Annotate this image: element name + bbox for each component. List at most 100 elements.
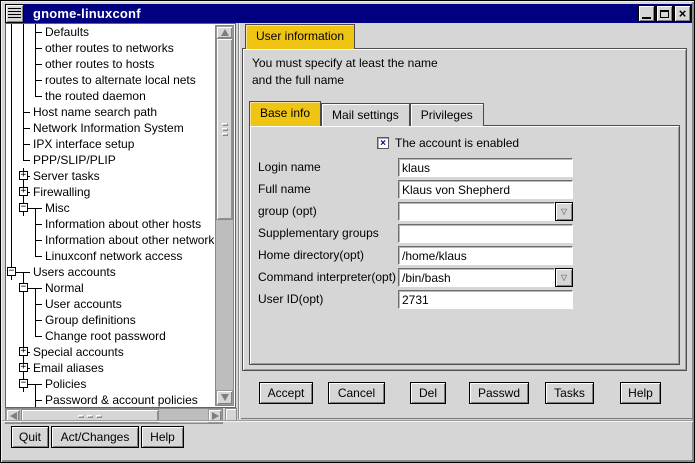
tree-expander[interactable]: − xyxy=(18,376,30,392)
tree-item-change-root-password[interactable]: Change root password xyxy=(45,329,166,343)
collapse-minus-icon[interactable]: − xyxy=(19,283,28,292)
tree-item-ipx-interface-setup[interactable]: IPX interface setup xyxy=(33,137,134,151)
tree-item-password-account-policies[interactable]: Password & account policies xyxy=(45,393,198,407)
tree-expander[interactable]: + xyxy=(18,184,30,200)
tree-item-other-routes-to-hosts[interactable]: other routes to hosts xyxy=(45,57,154,71)
help-button[interactable]: Help xyxy=(620,382,661,404)
tab-base-info[interactable]: Base info xyxy=(249,101,321,126)
group-opt-dropdown-button[interactable]: ▽ xyxy=(555,202,573,221)
command-interpreter-opt-input[interactable] xyxy=(398,268,555,287)
tree-item[interactable]: Password & account policies xyxy=(6,392,214,407)
tree-item-network-information-system[interactable]: Network Information System xyxy=(33,121,184,135)
tree-item[interactable]: IPX interface setup xyxy=(6,136,214,152)
tree-item[interactable]: other routes to networks xyxy=(6,40,214,56)
tree-expander[interactable]: − xyxy=(6,264,18,280)
tree-item[interactable]: the routed daemon xyxy=(6,88,214,104)
home-directory-opt-input[interactable] xyxy=(398,246,573,265)
full-name-input[interactable] xyxy=(398,180,573,199)
tree-item-users-accounts[interactable]: Users accounts xyxy=(33,265,116,279)
tree-item[interactable]: − Misc xyxy=(6,200,214,216)
tree-item[interactable]: routes to alternate local nets xyxy=(6,72,214,88)
tree-item[interactable]: Group definitions xyxy=(6,312,214,328)
tasks-button[interactable]: Tasks xyxy=(545,382,594,404)
expand-plus-icon[interactable]: + xyxy=(19,363,28,372)
command-interpreter-opt-dropdown-button[interactable]: ▽ xyxy=(555,268,573,287)
tree-vertical-scrollbar[interactable] xyxy=(215,25,234,406)
tree-item[interactable]: Defaults xyxy=(6,24,214,40)
close-button[interactable]: × xyxy=(674,5,691,22)
tree-item[interactable]: Linuxconf network access xyxy=(6,248,214,264)
maximize-button[interactable] xyxy=(656,5,673,22)
user-information-panel: User information You must specify at lea… xyxy=(241,23,692,420)
tree-expander[interactable]: + xyxy=(18,168,30,184)
tree-connector xyxy=(30,280,42,296)
tree-item-firewalling[interactable]: Firewalling xyxy=(33,185,90,199)
accept-button[interactable]: Accept xyxy=(259,382,313,404)
cancel-button[interactable]: Cancel xyxy=(328,382,385,404)
tree-item-the-routed-daemon[interactable]: the routed daemon xyxy=(45,89,146,103)
tree-expander[interactable]: + xyxy=(18,344,30,360)
tree-item-group-definitions[interactable]: Group definitions xyxy=(45,313,136,327)
vertical-scrollbar-thumb[interactable] xyxy=(216,38,233,220)
tab-user-information[interactable]: User information xyxy=(245,24,355,49)
tree-connector xyxy=(30,40,42,56)
minimize-button[interactable] xyxy=(638,5,655,22)
tree-item[interactable]: − Users accounts xyxy=(6,264,214,280)
del-button[interactable]: Del xyxy=(410,382,446,404)
tree-item-information-about-other-hosts[interactable]: Information about other hosts xyxy=(45,217,201,231)
tree-item-ppp-slip-plip[interactable]: PPP/SLIP/PLIP xyxy=(33,153,116,167)
tree-item[interactable]: other routes to hosts xyxy=(6,56,214,72)
tree-item[interactable]: Information about other networks xyxy=(6,232,214,248)
tree-connector xyxy=(18,216,30,232)
tree-item-routes-to-alternate-local-nets[interactable]: routes to alternate local nets xyxy=(45,73,196,87)
tree-item-normal[interactable]: Normal xyxy=(45,281,84,295)
tree-item[interactable]: + Email aliases xyxy=(6,360,214,376)
tree-item[interactable]: − Normal xyxy=(6,280,214,296)
tree-item[interactable]: − Policies xyxy=(6,376,214,392)
tree-item-defaults[interactable]: Defaults xyxy=(45,25,89,39)
tree-expander[interactable]: − xyxy=(18,280,30,296)
supplementary-groups-input[interactable] xyxy=(398,224,573,243)
tree-item-host-name-search-path[interactable]: Host name search path xyxy=(33,105,157,119)
tree-item[interactable]: + Special accounts xyxy=(6,344,214,360)
collapse-minus-icon[interactable]: − xyxy=(7,267,16,276)
tree-item-user-accounts[interactable]: User accounts xyxy=(45,297,122,311)
tree-item-server-tasks[interactable]: Server tasks xyxy=(33,169,100,183)
login-name-input[interactable] xyxy=(398,158,573,177)
tree-item[interactable]: Information about other hosts xyxy=(6,216,214,232)
expand-plus-icon[interactable]: + xyxy=(19,187,28,196)
tab-privileges[interactable]: Privileges xyxy=(410,103,484,126)
user-id-opt-input[interactable] xyxy=(398,290,573,309)
tree-item[interactable]: + Firewalling xyxy=(6,184,214,200)
tree-item-policies[interactable]: Policies xyxy=(45,377,86,391)
tree-item-misc[interactable]: Misc xyxy=(45,201,70,215)
window-menu-button[interactable] xyxy=(5,4,24,23)
tree-item[interactable]: Host name search path xyxy=(6,104,214,120)
collapse-minus-icon[interactable]: − xyxy=(19,203,28,212)
thumb-grip xyxy=(87,415,93,418)
tree-item-email-aliases[interactable]: Email aliases xyxy=(33,361,104,375)
tree-item[interactable]: User accounts xyxy=(6,296,214,312)
act-changes-bottom-button[interactable]: Act/Changes xyxy=(51,426,139,448)
group-opt-input[interactable] xyxy=(398,202,555,221)
tree-item-linuxconf-network-access[interactable]: Linuxconf network access xyxy=(45,249,182,263)
tab-mail-settings[interactable]: Mail settings xyxy=(321,103,410,126)
expand-plus-icon[interactable]: + xyxy=(19,171,28,180)
tree-expander[interactable]: + xyxy=(18,360,30,376)
tree-item-information-about-other-networks[interactable]: Information about other networks xyxy=(45,233,214,247)
tree-item[interactable]: Change root password xyxy=(6,328,214,344)
tree-expander[interactable]: − xyxy=(18,200,30,216)
tree-item-special-accounts[interactable]: Special accounts xyxy=(33,345,124,359)
collapse-minus-icon[interactable]: − xyxy=(19,379,28,388)
tree-item[interactable]: PPP/SLIP/PLIP xyxy=(6,152,214,168)
tree-item[interactable]: + Server tasks xyxy=(6,168,214,184)
tree-item-other-routes-to-networks[interactable]: other routes to networks xyxy=(45,41,174,55)
scroll-down-button[interactable] xyxy=(216,390,233,405)
passwd-button[interactable]: Passwd xyxy=(469,382,529,404)
account-enabled-checkbox[interactable]: × xyxy=(377,137,389,149)
expand-plus-icon[interactable]: + xyxy=(19,347,28,356)
tree-item[interactable]: Network Information System xyxy=(6,120,214,136)
quit-bottom-button[interactable]: Quit xyxy=(11,426,49,448)
left-arrow-icon xyxy=(10,412,17,420)
help-bottom-button[interactable]: Help xyxy=(141,426,184,448)
